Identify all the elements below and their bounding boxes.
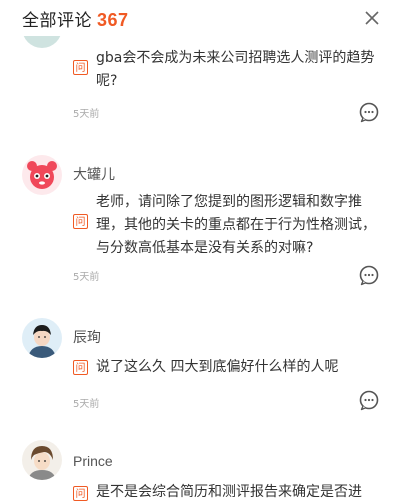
comments-header: 全部评论 367 (0, 0, 400, 36)
avatar-image (22, 318, 62, 358)
title-text: 全部评论 (22, 11, 92, 31)
comment-text: 是不是会综合简历和测评报告来确定是否进 (96, 484, 362, 500)
page-title: 全部评论 367 (22, 6, 129, 31)
close-icon[interactable] (360, 6, 384, 30)
avatar (22, 440, 62, 480)
comment-count: 367 (97, 10, 129, 30)
reply-icon[interactable] (358, 264, 380, 286)
question-tag: 问 (73, 486, 88, 501)
comment-author[interactable]: 大罐儿 (73, 164, 115, 184)
avatar (22, 318, 62, 358)
question-tag: 问 (73, 360, 88, 375)
comment-text: 说了这么久 四大到底偏好什么样的人呢 (96, 359, 339, 375)
comment-time: 5天前 (73, 399, 100, 410)
avatar-image (22, 440, 62, 480)
comment-author[interactable]: Prince (73, 453, 113, 469)
reply-icon[interactable] (358, 389, 380, 411)
comment-text: 老师，请问除了您提到的图形逻辑和数字推理，其他的关卡的重点都在于行为性格测试，与… (96, 194, 376, 256)
comment-time: 5天前 (73, 109, 100, 120)
comment-text: gba会不会成为未来公司招聘选人测评的趋势呢? (96, 50, 375, 89)
question-tag: 问 (73, 60, 88, 75)
question-tag: 问 (73, 214, 88, 229)
comment-author[interactable]: 辰珣 (73, 327, 101, 347)
avatar (22, 155, 62, 195)
reply-icon[interactable] (358, 101, 380, 123)
comment-time: 5天前 (73, 272, 100, 283)
avatar-image (22, 155, 62, 195)
